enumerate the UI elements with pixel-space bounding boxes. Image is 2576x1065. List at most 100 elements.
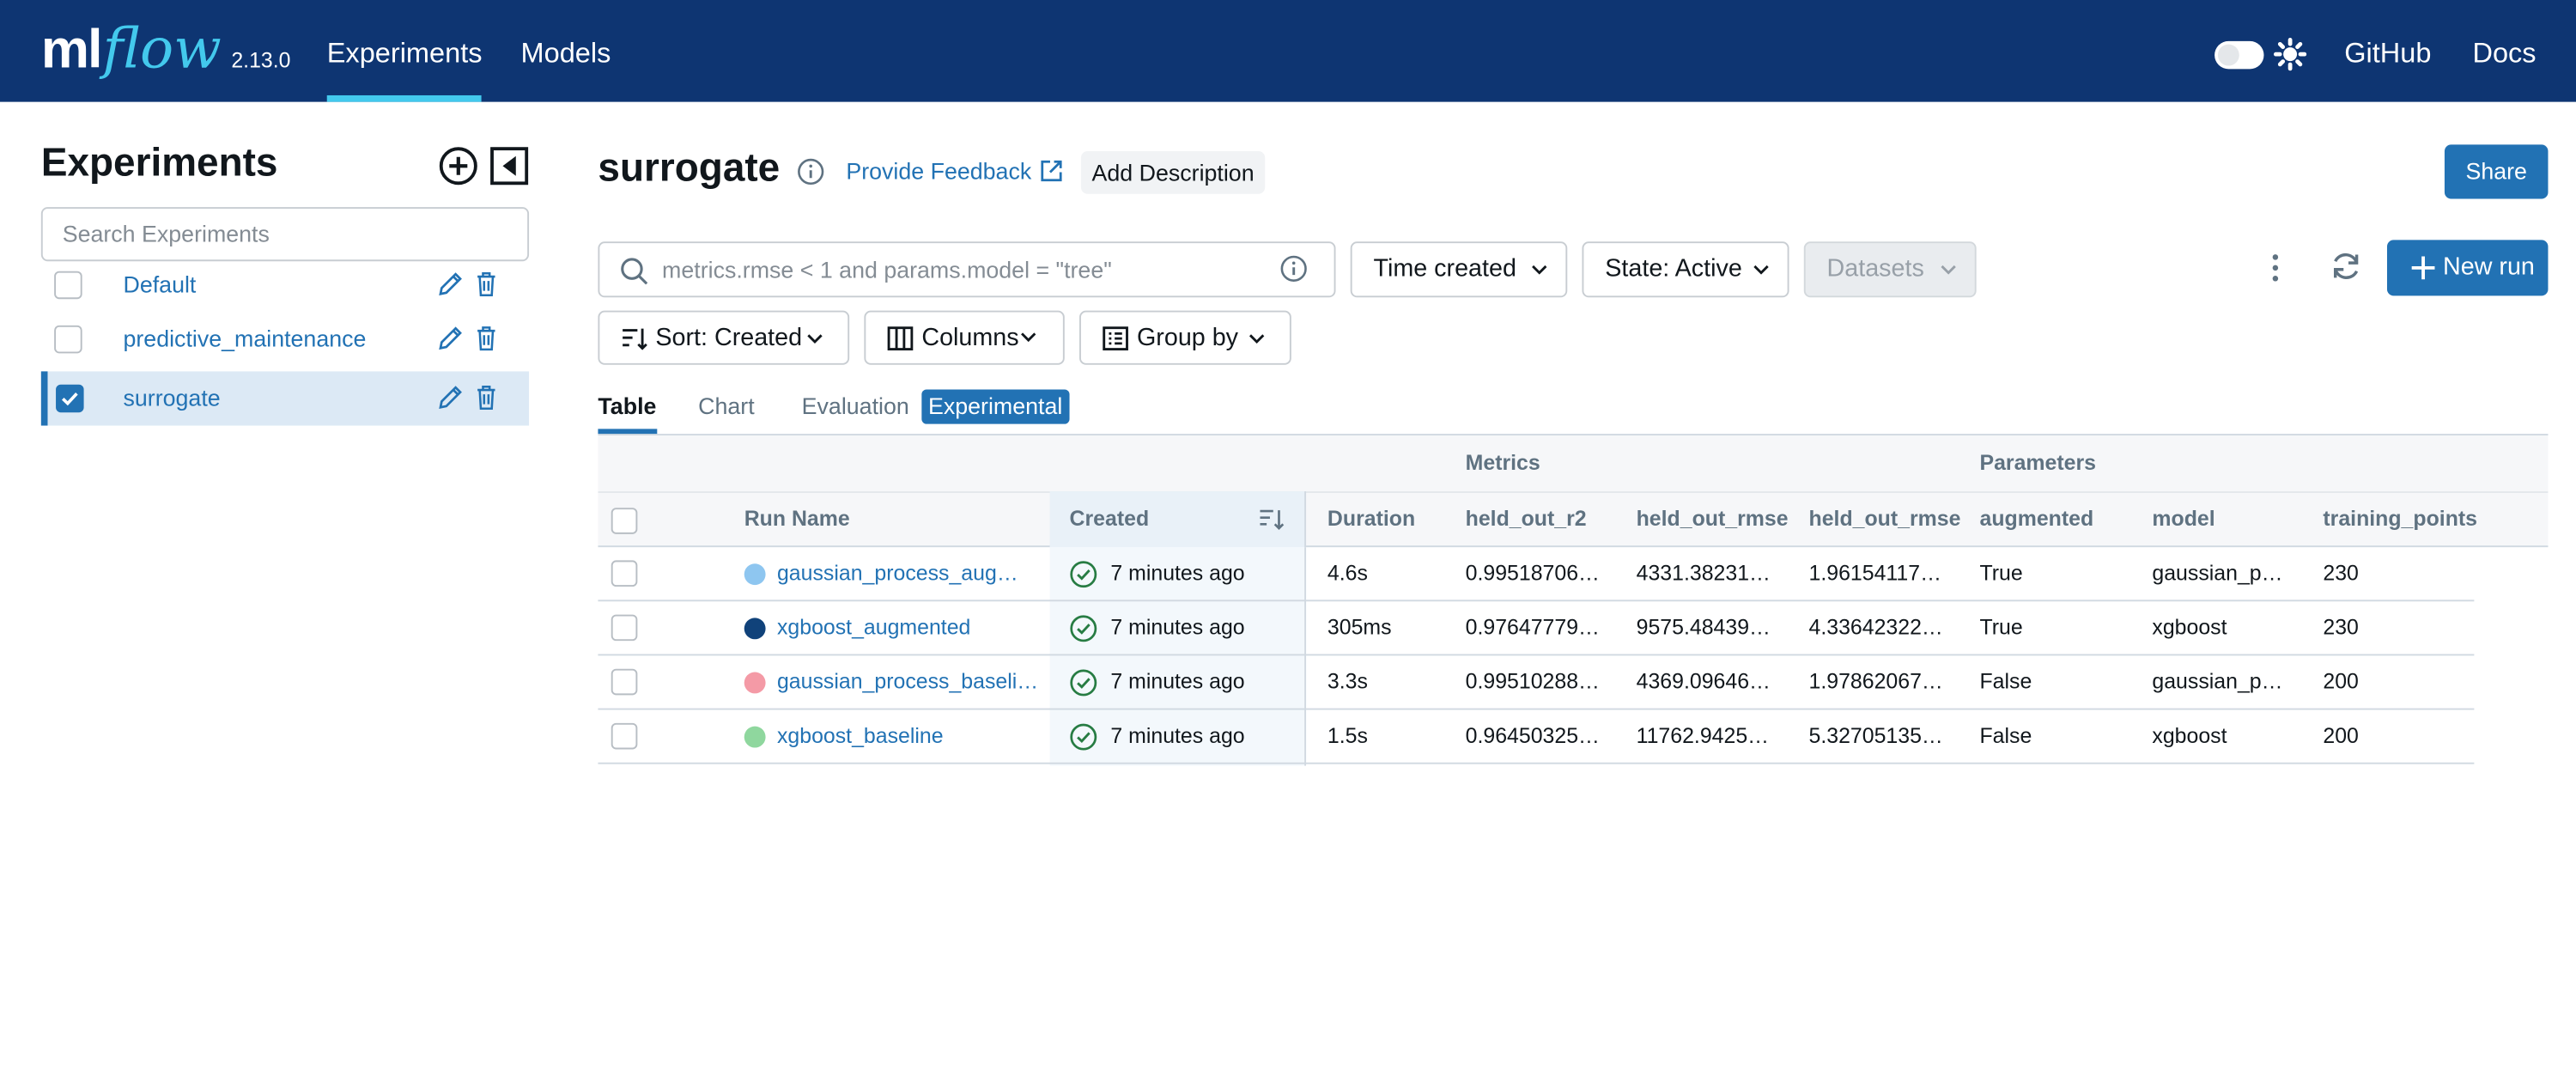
table-row[interactable]: gaussian_process_augm… 7 minutes ago 4.6… xyxy=(598,547,2475,602)
top-navigation-bar: ml flow 2.13.0 Experiments Models GitHub… xyxy=(0,0,2576,102)
search-icon xyxy=(621,258,648,285)
run-filter-input[interactable]: metrics.rmse < 1 and params.model = "tre… xyxy=(598,241,1336,298)
col-header-held-out-rmse-2[interactable]: held_out_rmse_ xyxy=(1809,491,1960,545)
datasets-dropdown[interactable]: Datasets xyxy=(1803,241,1977,298)
run-color-dot[interactable] xyxy=(744,618,766,640)
col-header-duration[interactable]: Duration xyxy=(1327,491,1415,545)
table-row[interactable]: xgboost_baseline 7 minutes ago 1.5s 0.96… xyxy=(598,710,2475,764)
chevron-down-icon xyxy=(1532,265,1547,275)
columns-icon xyxy=(887,326,914,351)
created-cell: 7 minutes ago xyxy=(1110,722,1245,748)
col-header-created[interactable]: Created xyxy=(1070,491,1150,545)
col-header-held-out-r2[interactable]: held_out_r2 xyxy=(1466,491,1587,545)
mlflow-logo[interactable]: ml flow 2.13.0 xyxy=(41,16,291,85)
search-experiments-input[interactable]: Search Experiments xyxy=(40,207,530,262)
trash-icon[interactable] xyxy=(475,385,498,411)
experiment-checkbox-checked[interactable] xyxy=(56,384,84,413)
trash-icon[interactable] xyxy=(475,326,498,352)
chevron-down-icon xyxy=(1753,265,1769,275)
trash-icon[interactable] xyxy=(475,271,498,298)
run-name-link[interactable]: xgboost_augmented xyxy=(777,601,1027,654)
docs-link[interactable]: Docs xyxy=(2472,0,2536,102)
model-cell: xgboost xyxy=(2152,614,2227,640)
filter-placeholder: metrics.rmse < 1 and params.model = "tre… xyxy=(662,256,1112,283)
held-out-rmse-cell: 4331.38231… xyxy=(1636,560,1771,586)
duration-cell: 4.6s xyxy=(1327,560,1368,586)
add-description-button[interactable]: Add Description xyxy=(1080,151,1266,194)
run-name-link[interactable]: xgboost_baseline xyxy=(777,710,1027,763)
experiment-name[interactable]: Default xyxy=(123,258,196,312)
state-dropdown[interactable]: State: Active xyxy=(1582,241,1789,298)
table-row[interactable]: xgboost_augmented 7 minutes ago 305ms 0.… xyxy=(598,601,2475,656)
tab-chart[interactable]: Chart xyxy=(698,391,754,420)
augmented-cell: True xyxy=(1979,560,2023,586)
col-header-held-out-rmse[interactable]: held_out_rmse xyxy=(1637,491,1789,545)
pencil-icon[interactable] xyxy=(437,383,465,411)
success-status-icon xyxy=(1070,723,1097,751)
row-checkbox[interactable] xyxy=(611,668,638,696)
refresh-icon[interactable] xyxy=(2330,250,2362,283)
col-header-model[interactable]: model xyxy=(2152,491,2215,545)
more-options-icon[interactable] xyxy=(2270,253,2280,283)
col-header-training-points[interactable]: training_points xyxy=(2323,491,2477,545)
filter-info-icon[interactable] xyxy=(1279,255,1308,283)
nav-experiments[interactable]: Experiments xyxy=(326,0,483,102)
nav-models[interactable]: Models xyxy=(521,0,611,102)
run-color-dot[interactable] xyxy=(744,563,766,586)
parameters-group-label: Parameters xyxy=(1979,450,2097,475)
sort-label: Sort: Created xyxy=(655,323,803,352)
row-checkbox[interactable] xyxy=(611,722,638,750)
run-name-link[interactable]: gaussian_process_baseline xyxy=(777,655,1040,708)
version-label: 2.13.0 xyxy=(231,47,291,73)
run-color-dot[interactable] xyxy=(744,726,766,748)
held-out-r2-cell: 0.97647779… xyxy=(1465,614,1600,640)
run-name-link[interactable]: gaussian_process_augm… xyxy=(777,547,1027,599)
table-row[interactable]: gaussian_process_baseline 7 minutes ago … xyxy=(598,655,2475,710)
share-button[interactable]: Share xyxy=(2444,144,2549,199)
experiment-checkbox[interactable] xyxy=(54,325,82,354)
time-created-dropdown[interactable]: Time created xyxy=(1350,241,1568,298)
group-by-button[interactable]: Group by xyxy=(1079,310,1291,365)
experiment-name[interactable]: surrogate xyxy=(123,371,220,425)
new-run-button[interactable]: New run xyxy=(2386,240,2549,296)
row-checkbox[interactable] xyxy=(611,560,638,587)
created-cell: 7 minutes ago xyxy=(1110,668,1245,694)
sort-icon xyxy=(623,328,647,350)
training-points-cell: 200 xyxy=(2323,668,2359,694)
tab-evaluation[interactable]: Evaluation xyxy=(802,391,909,420)
experiment-item-surrogate[interactable]: surrogate xyxy=(40,371,530,426)
col-header-run-name[interactable]: Run Name xyxy=(744,491,850,545)
sort-descending-icon[interactable] xyxy=(1259,508,1285,531)
table-group-header: Metrics Parameters xyxy=(598,435,2549,492)
experimental-badge: Experimental xyxy=(921,389,1069,424)
duration-cell: 305ms xyxy=(1327,614,1392,640)
state-label: State: Active xyxy=(1605,254,1742,283)
chevron-down-icon xyxy=(1941,265,1956,275)
row-checkbox[interactable] xyxy=(611,614,638,642)
experiment-checkbox[interactable] xyxy=(54,271,82,300)
tab-table[interactable]: Table xyxy=(598,391,656,435)
external-link-icon[interactable] xyxy=(1038,158,1065,185)
created-cell: 7 minutes ago xyxy=(1110,560,1245,586)
sun-icon[interactable] xyxy=(2273,36,2307,72)
info-icon[interactable] xyxy=(797,158,825,186)
create-experiment-icon[interactable] xyxy=(439,146,478,186)
experiment-item-default[interactable]: Default xyxy=(41,258,529,312)
select-all-checkbox[interactable] xyxy=(611,508,638,534)
training-points-cell: 230 xyxy=(2323,614,2359,640)
pencil-icon[interactable] xyxy=(437,324,465,352)
provide-feedback-link[interactable]: Provide Feedback xyxy=(846,158,1031,185)
experiment-item-predictive-maintenance[interactable]: predictive_maintenance xyxy=(41,313,529,367)
pencil-icon[interactable] xyxy=(437,270,465,298)
run-color-dot[interactable] xyxy=(744,672,766,694)
col-header-augmented[interactable]: augmented xyxy=(1979,491,2093,545)
github-link[interactable]: GitHub xyxy=(2344,0,2431,102)
collapse-sidebar-icon[interactable] xyxy=(489,146,529,186)
experiment-name[interactable]: predictive_maintenance xyxy=(123,313,366,367)
held-out-r2-cell: 0.99510288… xyxy=(1465,668,1600,694)
dark-mode-toggle[interactable] xyxy=(2215,40,2264,70)
sidebar-title: Experiments xyxy=(40,141,278,186)
datasets-label: Datasets xyxy=(1826,254,1924,283)
sort-button[interactable]: Sort: Created xyxy=(598,310,850,365)
columns-button[interactable]: Columns xyxy=(864,310,1065,365)
